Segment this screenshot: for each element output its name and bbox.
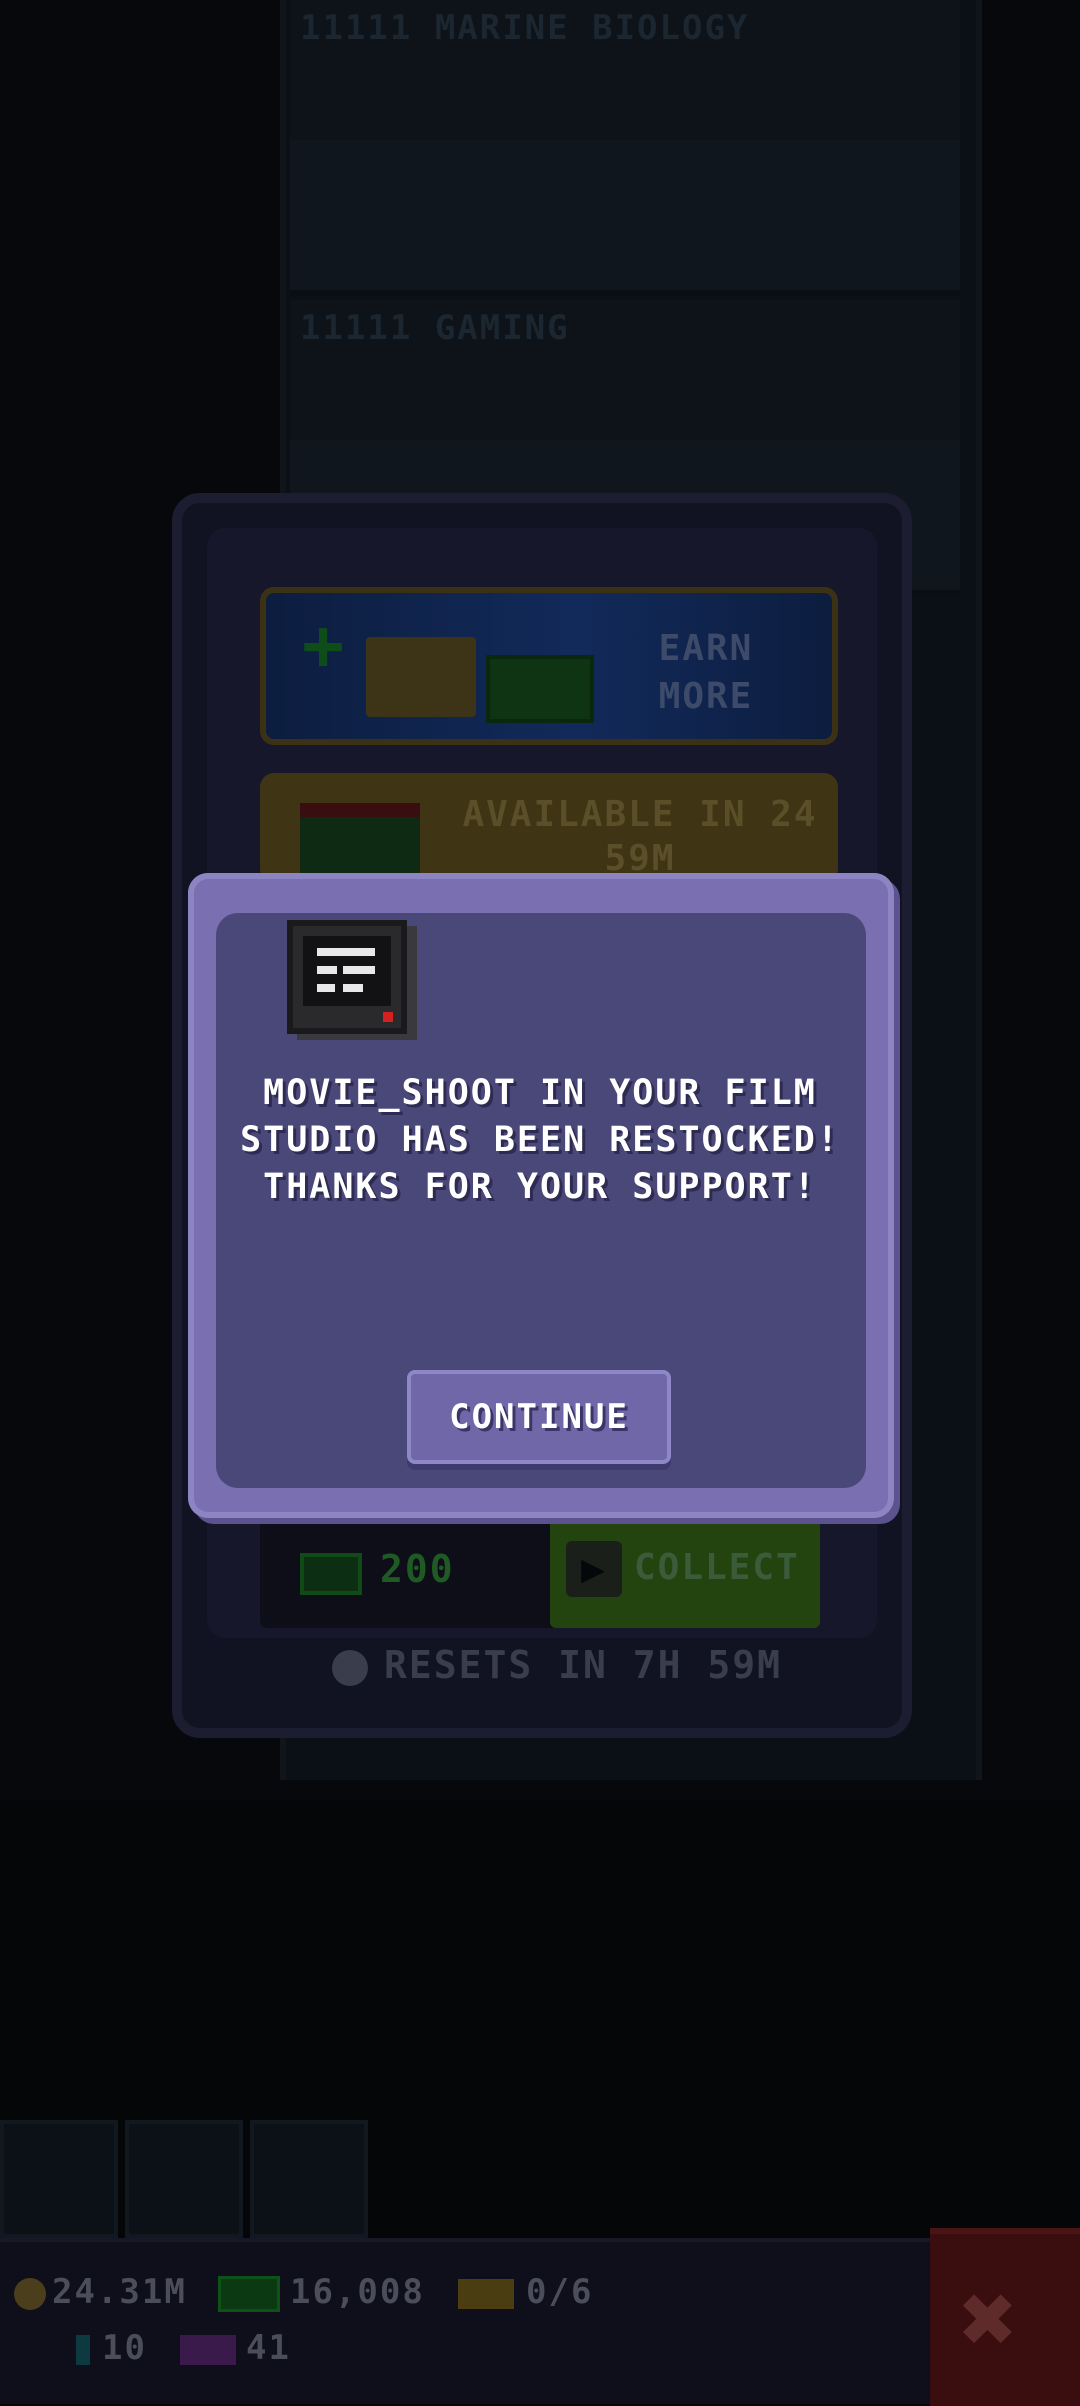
floor-title: 11111 GAMING	[300, 308, 570, 348]
bux-value: 16,008	[290, 2272, 425, 2312]
close-icon: ✖	[960, 2263, 1018, 2375]
coin-pile-icon	[366, 637, 476, 717]
bux-counter: 16,008	[218, 2272, 425, 2312]
resource-bar: 24.31M 16,008 0/6 10 41	[0, 2238, 930, 2404]
continue-button[interactable]: CONTINUE	[407, 1370, 671, 1464]
gift-availability-label: AVAILABLE IN 24 59M	[462, 794, 818, 879]
bux-icon	[218, 2275, 280, 2312]
gem-icon	[76, 2334, 90, 2365]
cash-reward-amount: 200	[380, 1547, 455, 1591]
collect-button[interactable]: ▶ COLLECT	[550, 1513, 820, 1628]
terminal-screen	[303, 936, 391, 1006]
play-icon: ▶	[566, 1541, 622, 1597]
cash-stack-icon	[486, 655, 594, 723]
restock-message: MOVIE_SHOOT IN YOUR FILM STUDIO HAS BEEN…	[240, 1073, 840, 1207]
cash-reward-row: 200 ▶ COLLECT	[260, 1513, 820, 1628]
plus-icon: +	[302, 604, 347, 686]
tickets-value: 0/6	[526, 2272, 594, 2312]
collect-label: COLLECT	[634, 1547, 800, 1588]
floor-title: 11111 MARINE BIOLOGY	[300, 8, 750, 48]
resets-timer: RESETS IN 7H 59M	[332, 1643, 782, 1687]
bux-icon	[300, 1553, 362, 1595]
gems-counter: 10	[76, 2328, 147, 2368]
earn-more-banner[interactable]: + EARN MORE	[260, 587, 838, 745]
tickets-counter: 0/6	[458, 2272, 593, 2312]
close-button[interactable]: ✖	[930, 2228, 1080, 2406]
gems-value: 10	[102, 2328, 147, 2368]
tv-icon	[180, 2334, 236, 2365]
status-led	[383, 1012, 393, 1022]
floor-marine-biology: 11111 MARINE BIOLOGY	[290, 0, 960, 296]
coin-icon	[14, 2277, 46, 2310]
toolbar-button	[250, 2120, 368, 2238]
floor-scene	[290, 140, 960, 290]
tv-counter: 41	[180, 2328, 291, 2368]
earn-more-label: EARN MORE	[658, 628, 754, 717]
toolbar-button	[0, 2120, 118, 2238]
toolbar-button	[125, 2120, 243, 2238]
ticket-icon	[458, 2278, 514, 2309]
coins-value: 24.31M	[52, 2272, 187, 2312]
clock-icon	[332, 1649, 368, 1686]
gift-banner[interactable]: AVAILABLE IN 24 59M	[260, 773, 838, 897]
tv-value: 41	[246, 2328, 291, 2368]
coins-counter: 24.31M	[14, 2272, 187, 2312]
terminal-icon	[287, 920, 407, 1034]
resets-label: RESETS IN 7H 59M	[384, 1643, 783, 1687]
